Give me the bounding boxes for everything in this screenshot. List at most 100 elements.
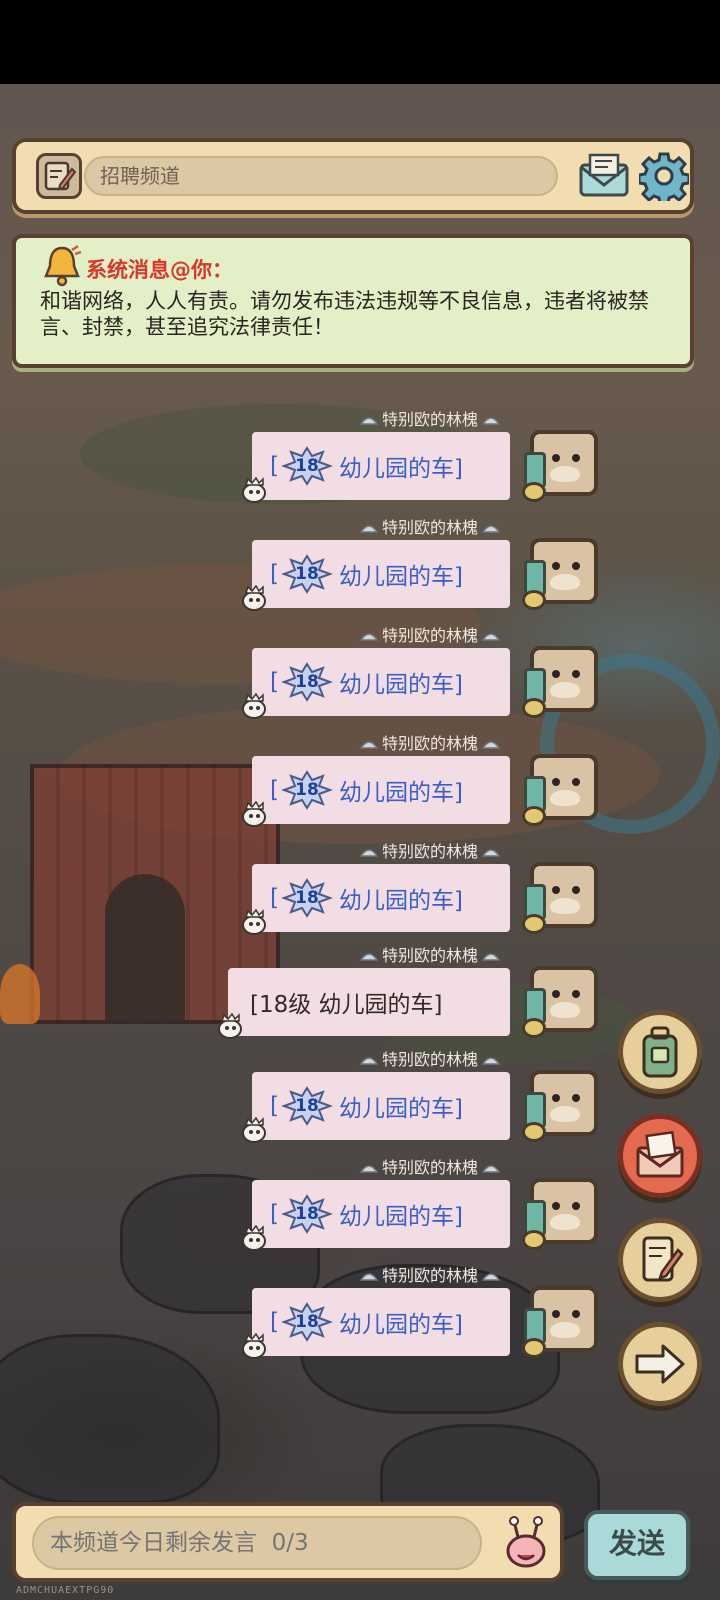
sender-avatar[interactable] (522, 1178, 598, 1250)
level-number: 18 (295, 888, 319, 908)
level-badge-icon: 18 (281, 554, 333, 594)
sender-name-text: 特别欧的林槐 (381, 518, 478, 537)
backpack-icon (642, 1026, 678, 1078)
sender-name-text: 特别欧的林槐 (381, 842, 478, 861)
bubble-tail-icon (236, 1332, 276, 1362)
name-decoration-icon (359, 519, 379, 533)
arrow-right-icon (635, 1344, 685, 1384)
backpack-button[interactable] (618, 1010, 702, 1094)
message-bubble[interactable]: [18 幼儿园的车] (252, 1180, 510, 1248)
message-text: 幼儿园的车] (338, 1096, 463, 1122)
chat-message[interactable]: 特别欧的林槐[18 幼儿园的车] (0, 730, 720, 836)
sender-name[interactable]: 特别欧的林槐 (350, 622, 510, 646)
level-badge-icon: 18 (281, 1194, 333, 1234)
name-decoration-icon (481, 411, 501, 425)
name-decoration-icon (481, 1159, 501, 1173)
name-decoration-icon (481, 519, 501, 533)
level-number: 18 (295, 780, 319, 800)
sender-name[interactable]: 特别欧的林槐 (350, 838, 510, 862)
next-arrow-button[interactable] (618, 1322, 702, 1406)
chat-message[interactable]: 特别欧的林槐 [18级 幼儿园的车] (0, 942, 720, 1048)
notice-title: 系统消息@你： (86, 258, 233, 282)
sender-avatar[interactable] (522, 646, 598, 718)
message-bubble[interactable]: [18级 幼儿园的车] (228, 968, 510, 1036)
level-number: 18 (295, 1204, 319, 1224)
message-bubble[interactable]: [18 幼儿园的车] (252, 540, 510, 608)
message-bubble[interactable]: [18 幼儿园的车] (252, 432, 510, 500)
message-text: [18级 幼儿园的车] (250, 992, 443, 1018)
sender-name[interactable]: 特别欧的林槐 (350, 1154, 510, 1178)
sender-avatar[interactable] (522, 862, 598, 934)
sender-name[interactable]: 特别欧的林槐 (350, 514, 510, 538)
message-bubble[interactable]: [18 幼儿园的车] (252, 864, 510, 932)
scroll-edit-button[interactable] (618, 1218, 702, 1302)
sender-name[interactable]: 特别欧的林槐 (350, 406, 510, 430)
sender-name-text: 特别欧的林槐 (381, 1158, 478, 1177)
chat-message[interactable]: 特别欧的林槐 [18 幼儿园的车] (0, 622, 720, 728)
chat-input-bar (12, 1502, 564, 1582)
channel-header: 招聘频道 (12, 138, 694, 214)
system-notice: 系统消息@你： 和谐网络，人人有责。请勿发布违法违规等不良信息，违者将被禁言、封… (12, 234, 694, 368)
gear-icon[interactable] (636, 148, 692, 204)
sender-name[interactable]: 特别欧的林槐 (350, 942, 510, 966)
sender-name[interactable]: 特别欧的林槐 (350, 1046, 510, 1070)
sender-name-text: 特别欧的林槐 (381, 410, 478, 429)
sender-avatar[interactable] (522, 966, 598, 1038)
message-bubble[interactable]: [18 幼儿园的车] (252, 1288, 510, 1356)
chat-message[interactable]: 特别欧的林槐 [18 幼儿园的车] (0, 1262, 720, 1368)
sender-avatar[interactable] (522, 1070, 598, 1142)
level-badge-icon: 18 (281, 1086, 333, 1126)
edit-note-icon[interactable] (36, 153, 82, 199)
sender-avatar[interactable] (522, 430, 598, 502)
send-button[interactable]: 发送 (584, 1510, 690, 1580)
sender-name-text: 特别欧的林槐 (381, 1050, 478, 1069)
chat-message[interactable]: 特别欧的林槐 [18 幼儿园的车] (0, 514, 720, 620)
bubble-tail-icon (236, 584, 276, 614)
sender-name[interactable]: 特别欧的林槐 (350, 1262, 510, 1286)
name-decoration-icon (359, 1051, 379, 1065)
emoji-button[interactable] (496, 1512, 556, 1574)
level-badge-icon: 18 (281, 1302, 333, 1342)
bubble-tail-icon (236, 692, 276, 722)
name-decoration-icon (481, 735, 501, 749)
snail-emoji-icon (506, 1516, 546, 1568)
sender-name-text: 特别欧的林槐 (381, 1266, 478, 1285)
mail-letter-button[interactable] (618, 1114, 702, 1198)
level-badge-icon: 18 (281, 446, 333, 486)
sender-name[interactable]: 特别欧的林槐 (350, 730, 510, 754)
sender-avatar[interactable] (522, 538, 598, 610)
message-bubble[interactable]: [18 幼儿园的车] (252, 756, 510, 824)
name-decoration-icon (481, 627, 501, 641)
sender-name-text: 特别欧的林槐 (381, 626, 478, 645)
message-bubble[interactable]: [18 幼儿园的车] (252, 648, 510, 716)
sender-name-text: 特别欧的林槐 (381, 946, 478, 965)
watermark: ADMCHUAEXTPG90 (16, 1585, 115, 1596)
name-decoration-icon (481, 843, 501, 857)
channel-name-field[interactable]: 招聘频道 (84, 156, 558, 196)
message-text: 幼儿园的车] (338, 456, 463, 482)
name-decoration-icon (359, 843, 379, 857)
mail-icon[interactable] (576, 150, 632, 202)
chat-message[interactable]: 特别欧的林槐 [18 幼儿园的车] (0, 406, 720, 512)
level-number: 18 (295, 1312, 319, 1332)
chat-message[interactable]: 特别欧的林槐[18 幼儿园的车] (0, 1154, 720, 1260)
message-text: 幼儿园的车] (338, 780, 463, 806)
message-text: 幼儿园的车] (338, 1204, 463, 1230)
name-decoration-icon (359, 1159, 379, 1173)
sender-avatar[interactable] (522, 754, 598, 826)
name-decoration-icon (359, 735, 379, 749)
bell-icon (42, 244, 82, 288)
chat-message[interactable]: 特别欧的林槐 [18 幼儿园的车] (0, 838, 720, 944)
bubble-tail-icon (236, 800, 276, 830)
name-decoration-icon (359, 1267, 379, 1281)
message-bubble[interactable]: [18 幼儿园的车] (252, 1072, 510, 1140)
message-text: 幼儿园的车] (338, 672, 463, 698)
status-bar (0, 0, 720, 84)
name-decoration-icon (359, 411, 379, 425)
chat-input[interactable] (32, 1516, 482, 1570)
sender-avatar[interactable] (522, 1286, 598, 1358)
chat-message[interactable]: 特别欧的林槐 [18 幼儿园的车] (0, 1046, 720, 1152)
bubble-tail-icon (236, 1224, 276, 1254)
name-decoration-icon (481, 1267, 501, 1281)
name-decoration-icon (481, 1051, 501, 1065)
